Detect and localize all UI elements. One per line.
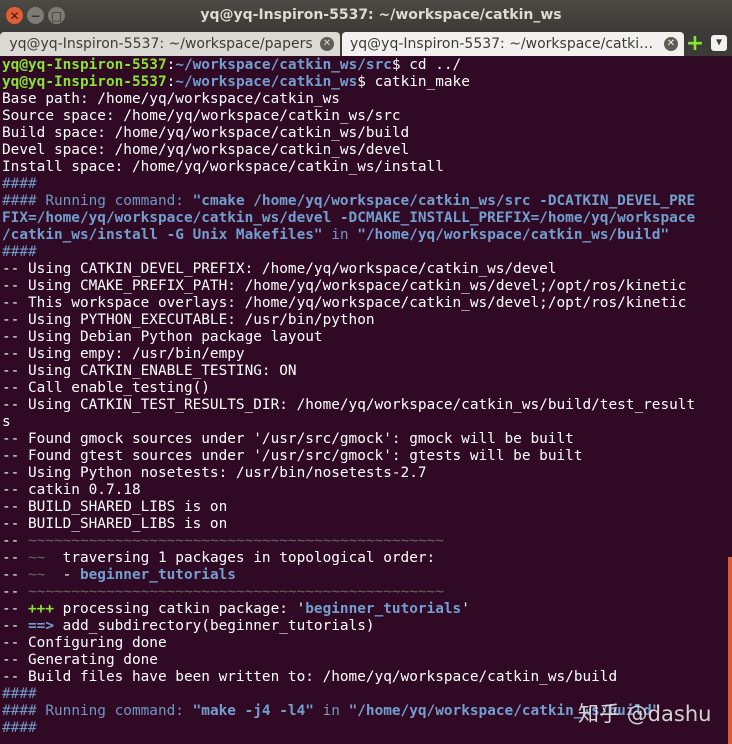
dash-prefix: -- [2, 567, 28, 583]
tab-papers[interactable]: yq@yq-Inspiron-5537: ~/workspace/papers … [0, 32, 340, 56]
package-name: beginner_tutorials [79, 567, 236, 583]
running-label: Running command: [45, 703, 193, 719]
output-line: -- Using CATKIN_ENABLE_TESTING: ON [2, 363, 297, 379]
dash-prefix: -- [2, 618, 28, 634]
window-titlebar: ✕ − □ yq@yq-Inspiron-5537: ~/workspace/c… [0, 0, 732, 31]
output-line: Source space: /home/yq/workspace/catkin_… [2, 108, 401, 124]
tab-label: yq@yq-Inspiron-5537: ~/workspace/catkin_… [350, 36, 658, 52]
tab-label: yq@yq-Inspiron-5537: ~/workspace/papers [9, 36, 313, 52]
prompt-line: yq@yq-Inspiron-5537:~/workspace/catkin_w… [2, 57, 462, 73]
quote: ' [461, 601, 470, 617]
hash-line: #### [2, 176, 37, 192]
traverse-text: traversing 1 packages in topological ord… [45, 550, 436, 566]
separator-line: -- ~~~~~~~~~~~~~~~~~~~~~~~~~~~~~~~~~~~~~… [2, 533, 728, 550]
traverse-line: -- ~~ traversing 1 packages in topologic… [2, 550, 728, 567]
chevron-down-icon: ▼ [715, 37, 723, 48]
tab-catkin-ws[interactable]: yq@yq-Inspiron-5537: ~/workspace/catkin_… [342, 32, 684, 56]
prompt-command: $ cd ../ [391, 57, 462, 73]
hash-line: #### [2, 244, 37, 260]
output-line: -- Using CMAKE_PREFIX_PATH: /home/yq/wor… [2, 278, 687, 294]
output-line: -- Using Debian Python package layout [2, 329, 323, 345]
output-line: -- Found gtest sources under '/usr/src/g… [2, 448, 583, 464]
command-text: "make -j4 -l4" [192, 703, 314, 719]
package-prefix: - [45, 567, 80, 583]
output-line: -- This workspace overlays: /home/yq/wor… [2, 295, 687, 311]
output-line: -- Build files have been written to: /ho… [2, 669, 618, 685]
output-line: -- Found gmock sources under '/usr/src/g… [2, 431, 574, 447]
command-text: /catkin_ws/install -G Unix Makefiles" [2, 227, 323, 243]
output-line: -- Using CATKIN_DEVEL_PREFIX: /home/yq/w… [2, 261, 557, 277]
plus-icon: + [685, 31, 705, 56]
output-line: -- Call enable_testing() [2, 380, 210, 396]
output-line: -- BUILD_SHARED_LIBS is on [2, 516, 228, 532]
output-line: Install space: /home/yq/workspace/catkin… [2, 159, 444, 175]
close-tab-icon[interactable]: ✕ [320, 37, 334, 51]
terminal-output[interactable]: yq@yq-Inspiron-5537:~/workspace/catkin_w… [2, 57, 728, 744]
dash-prefix: -- [2, 533, 28, 549]
in-word: in [313, 703, 349, 719]
processing-text: processing catkin package: ' [54, 601, 306, 617]
window-title: yq@yq-Inspiron-5537: ~/workspace/catkin_… [200, 7, 562, 23]
in-word: in [322, 227, 358, 243]
output-line: Base path: /home/yq/workspace/catkin_ws [2, 91, 340, 107]
prompt-path: ~/workspace/catkin_ws/src [175, 57, 392, 73]
output-line: -- Using Python nosetests: /usr/bin/nose… [2, 465, 427, 481]
running-command-line: #### Running command: "cmake /home/yq/wo… [2, 193, 728, 210]
command-text: FIX=/home/yq/workspace/catkin_ws/devel -… [2, 210, 696, 226]
prompt-user: yq@yq-Inspiron-5537 [2, 57, 167, 73]
close-tab-icon[interactable]: ✕ [664, 37, 678, 51]
package-line: -- ~~ - beginner_tutorials [2, 567, 728, 584]
add-tab-button[interactable]: + [685, 31, 705, 56]
dash-prefix: -- [2, 584, 28, 600]
add-subdirectory-text: add_subdirectory(beginner_tutorials) [54, 618, 375, 634]
prompt-line: yq@yq-Inspiron-5537:~/workspace/catkin_w… [2, 74, 470, 90]
prompt-user: yq@yq-Inspiron-5537 [2, 74, 167, 90]
watermark: 知乎 @dashu [578, 702, 712, 726]
hash-prefix: #### [2, 193, 46, 209]
running-label: Running command: [45, 193, 193, 209]
tab-menu-button[interactable]: ▼ [711, 35, 727, 51]
scrollbar-indicator[interactable] [728, 557, 732, 744]
arrow-marker: ==> [28, 618, 54, 634]
output-line: -- Using CATKIN_TEST_RESULTS_DIR: /home/… [2, 397, 696, 413]
tilde-marker: ~~ [28, 550, 46, 566]
tab-bar: yq@yq-Inspiron-5537: ~/workspace/papers … [0, 31, 732, 56]
output-line: Devel space: /home/yq/workspace/catkin_w… [2, 142, 410, 158]
prompt-command: $ catkin_make [357, 74, 470, 90]
package-name: beginner_tutorials [305, 601, 462, 617]
tilde-marker: ~~ [28, 567, 46, 583]
add-subdirectory-line: -- ==> add_subdirectory(beginner_tutoria… [2, 618, 728, 635]
separator-line: -- ~~~~~~~~~~~~~~~~~~~~~~~~~~~~~~~~~~~~~… [2, 584, 728, 601]
dash-prefix: -- [2, 601, 28, 617]
plus-marker: +++ [28, 601, 54, 617]
output-line: -- Generating done [2, 652, 158, 668]
prompt-path: ~/workspace/catkin_ws [175, 74, 358, 90]
output-line: -- catkin 0.7.18 [2, 482, 141, 498]
command-text-line: /catkin_ws/install -G Unix Makefiles" in… [2, 227, 728, 244]
tilde-separator: ~~~~~~~~~~~~~~~~~~~~~~~~~~~~~~~~~~~~~~~~… [28, 533, 444, 549]
output-line: -- Using empy: /usr/bin/empy [2, 346, 245, 362]
output-line: -- Configuring done [2, 635, 167, 651]
command-dir: "/home/yq/workspace/catkin_ws/build" [357, 227, 670, 243]
output-line: -- Using PYTHON_EXECUTABLE: /usr/bin/pyt… [2, 312, 375, 328]
command-text: "cmake /home/yq/workspace/catkin_ws/src … [192, 193, 696, 209]
hash-prefix: #### [2, 703, 46, 719]
processing-line: -- +++ processing catkin package: 'begin… [2, 601, 728, 618]
output-line: Build space: /home/yq/workspace/catkin_w… [2, 125, 410, 141]
output-line: -- BUILD_SHARED_LIBS is on [2, 499, 228, 515]
dash-prefix: -- [2, 550, 28, 566]
output-line: s [2, 414, 11, 430]
tilde-separator: ~~~~~~~~~~~~~~~~~~~~~~~~~~~~~~~~~~~~~~~~… [28, 584, 444, 600]
